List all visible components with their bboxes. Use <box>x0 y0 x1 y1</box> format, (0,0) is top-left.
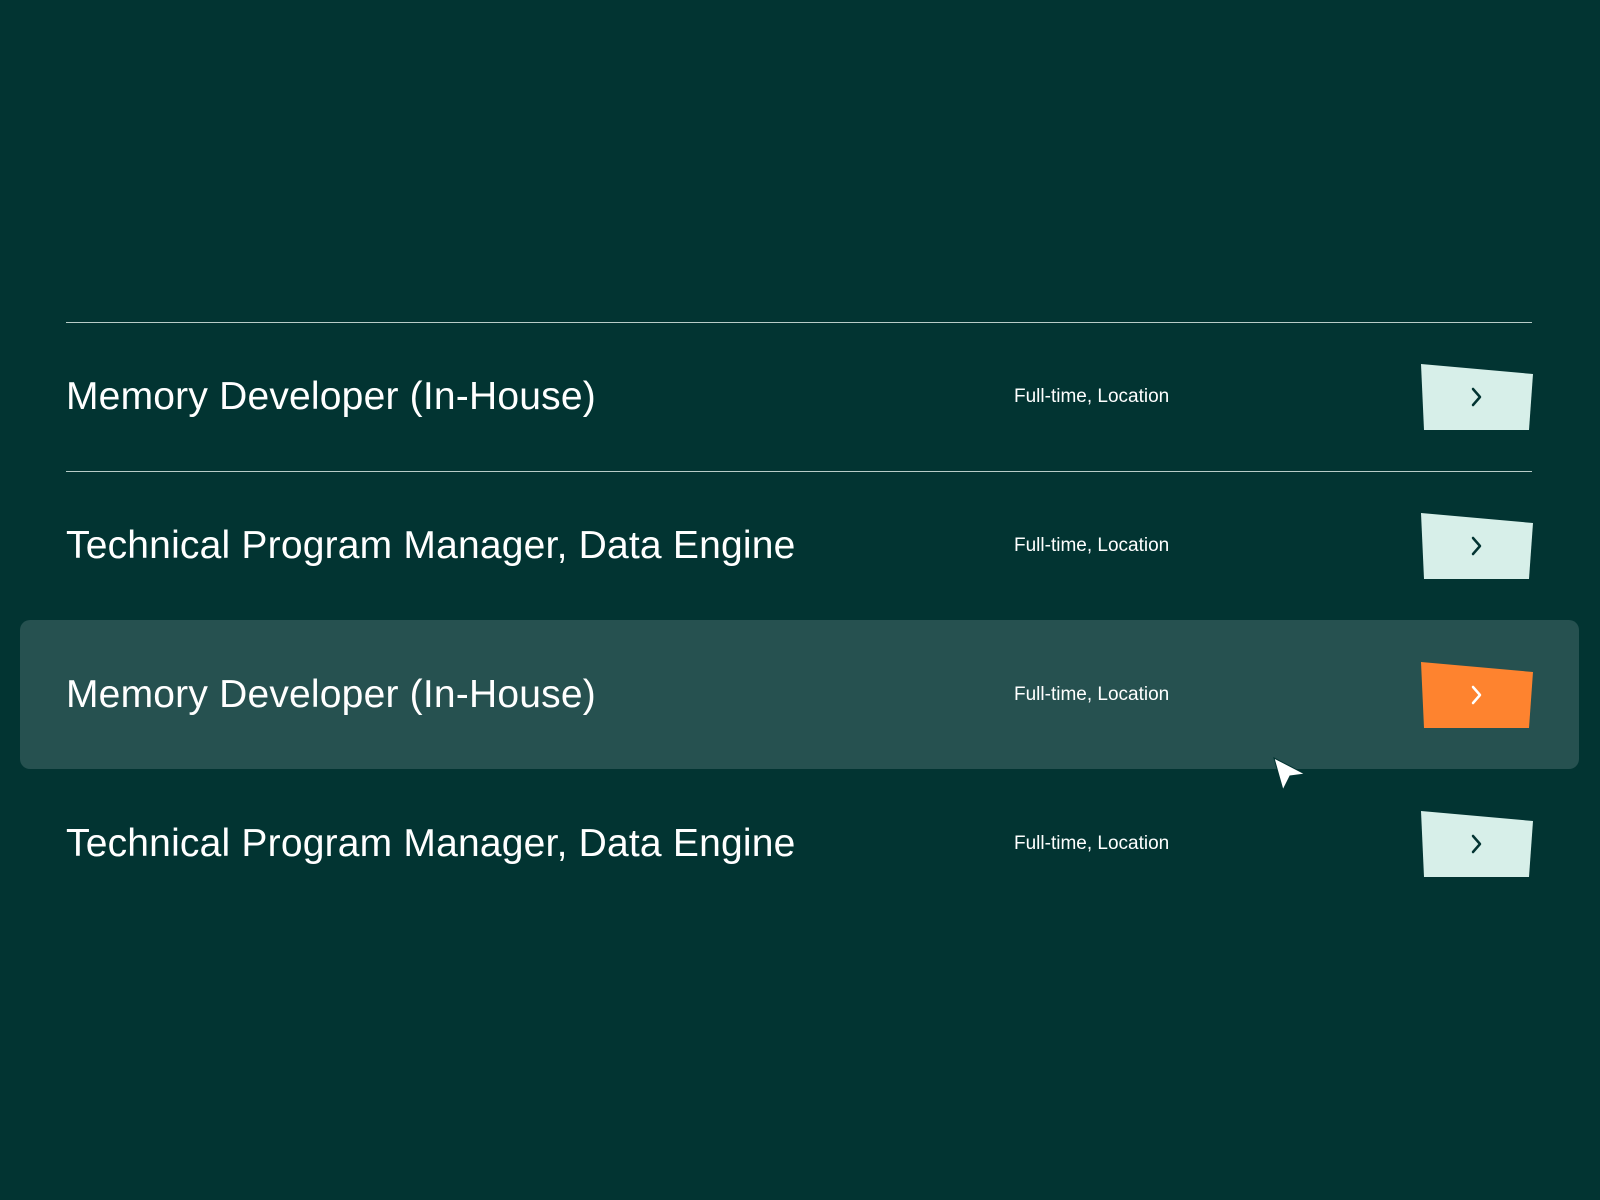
open-job-button[interactable] <box>1421 810 1533 877</box>
job-title[interactable]: Technical Program Manager, Data Engine <box>66 822 796 866</box>
job-title[interactable]: Memory Developer (In-House) <box>66 375 596 419</box>
job-row-2[interactable]: Technical Program Manager, Data Engine F… <box>20 471 1579 620</box>
open-job-button-active[interactable] <box>1421 661 1533 728</box>
job-title[interactable]: Memory Developer (In-House) <box>66 673 596 717</box>
job-title[interactable]: Technical Program Manager, Data Engine <box>66 524 796 568</box>
mouse-pointer-icon <box>1270 754 1310 794</box>
job-meta: Full-time, Location <box>1014 832 1170 854</box>
job-meta: Full-time, Location <box>1014 683 1170 705</box>
job-meta: Full-time, Location <box>1014 534 1170 556</box>
job-row-3-highlighted[interactable]: Memory Developer (In-House) Full-time, L… <box>20 620 1579 769</box>
open-job-button[interactable] <box>1421 512 1533 579</box>
open-job-button[interactable] <box>1421 363 1533 430</box>
job-row-1[interactable]: Memory Developer (In-House) Full-time, L… <box>20 322 1579 471</box>
job-meta: Full-time, Location <box>1014 385 1170 407</box>
job-row-4[interactable]: Technical Program Manager, Data Engine F… <box>20 769 1579 918</box>
